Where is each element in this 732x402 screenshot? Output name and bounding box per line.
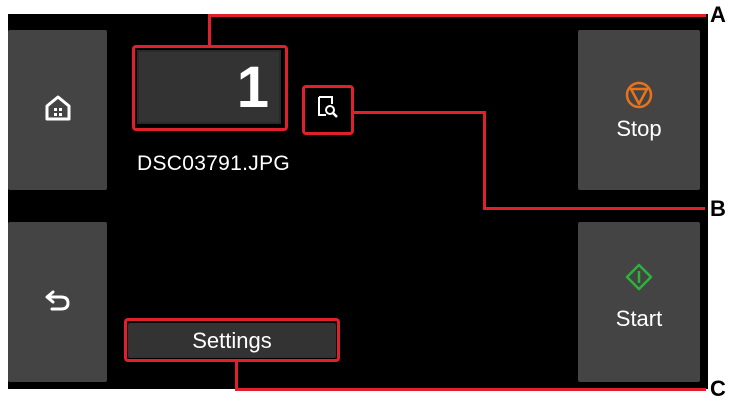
leader-line-a-vertical — [208, 14, 211, 47]
highlight-box-a — [132, 45, 288, 131]
back-arrow-icon — [45, 290, 70, 311]
stop-button[interactable]: Stop — [578, 30, 700, 190]
start-label: Start — [615, 306, 663, 331]
leader-line-b-bottom — [483, 207, 705, 210]
leader-line-b-top — [352, 111, 486, 114]
home-button[interactable] — [8, 30, 107, 190]
stop-label: Stop — [616, 116, 662, 141]
highlight-box-b — [302, 85, 354, 135]
home-icon — [45, 95, 71, 121]
leader-line-c-horizontal — [235, 388, 706, 391]
callout-label-b: B — [710, 196, 726, 221]
stop-icon — [625, 81, 653, 109]
leader-line-c-vertical — [235, 360, 238, 391]
leader-line-b-vertical — [483, 111, 486, 210]
back-button[interactable] — [8, 222, 107, 382]
callout-label-c: C — [710, 376, 726, 401]
file-name: DSC03791.JPG — [137, 152, 291, 175]
leader-line-a-horizontal — [208, 14, 706, 17]
highlight-box-c — [124, 318, 340, 362]
start-icon — [625, 263, 653, 291]
start-button[interactable]: Start — [578, 222, 700, 382]
callout-label-a: A — [710, 2, 726, 27]
